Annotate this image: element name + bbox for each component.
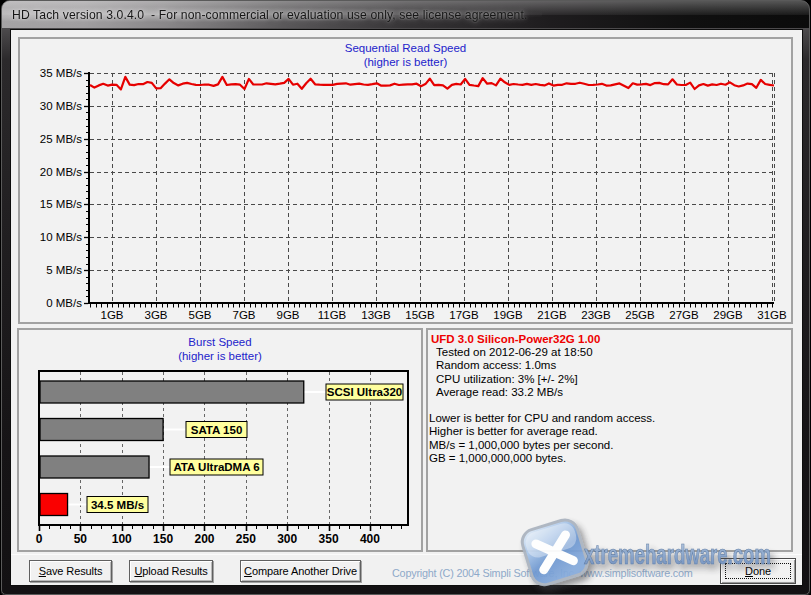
svg-text:0 MB/s: 0 MB/s <box>46 297 82 309</box>
burst-speed-panel: Burst Speed (higher is better) SCSI Ultr… <box>17 328 423 552</box>
svg-text:3GB: 3GB <box>144 309 167 321</box>
svg-text:5 MB/s: 5 MB/s <box>46 264 82 276</box>
svg-text:250: 250 <box>236 532 256 546</box>
svg-text:SCSI Ultra320: SCSI Ultra320 <box>327 386 402 398</box>
svg-text:0: 0 <box>36 532 43 546</box>
drive-name-heading: UFD 3.0 Silicon-Power32G 1.00 <box>431 333 600 345</box>
svg-text:21GB: 21GB <box>537 309 567 321</box>
svg-text:9GB: 9GB <box>276 309 299 321</box>
sequential-read-chart: 0 MB/s 5 MB/s 10 MB/s 15 MB/s 20 MB/s 25 MB/s… <box>20 39 791 322</box>
burst-speed-chart: SCSI Ultra320 SATA 150 ATA UltraDMA 6 34.5 … <box>19 330 421 550</box>
svg-text:100: 100 <box>112 532 132 546</box>
svg-text:15 MB/s: 15 MB/s <box>40 198 82 210</box>
svg-text:25GB: 25GB <box>625 309 655 321</box>
app-window: HD Tach version 3.0.4.0 - For non-commer… <box>1 0 810 595</box>
svg-text:7GB: 7GB <box>232 309 255 321</box>
svg-text:350: 350 <box>319 532 339 546</box>
save-results-button[interactable]: Save Results <box>29 560 112 582</box>
svg-text:200: 200 <box>194 532 214 546</box>
svg-text:25 MB/s: 25 MB/s <box>40 133 82 145</box>
svg-text:SATA 150: SATA 150 <box>191 424 243 436</box>
client-area: Sequential Read Speed (higher is better)… <box>10 29 803 586</box>
done-button[interactable]: Done <box>720 558 796 584</box>
svg-text:ATA UltraDMA 6: ATA UltraDMA 6 <box>173 461 259 473</box>
svg-text:34.5 MB/s: 34.5 MB/s <box>91 499 144 511</box>
upload-results-button[interactable]: Upload Results <box>129 560 213 582</box>
svg-text:29GB: 29GB <box>713 309 743 321</box>
svg-text:23GB: 23GB <box>581 309 611 321</box>
svg-text:5GB: 5GB <box>188 309 211 321</box>
explanatory-notes: Lower is better for CPU and random acces… <box>429 412 655 465</box>
test-details: Tested on 2012-06-29 at 18:50 Random acc… <box>436 346 593 400</box>
svg-text:27GB: 27GB <box>669 309 699 321</box>
svg-text:50: 50 <box>74 532 88 546</box>
svg-text:1GB: 1GB <box>100 309 123 321</box>
sequential-read-panel: Sequential Read Speed (higher is better)… <box>18 37 793 324</box>
results-info-panel: UFD 3.0 Silicon-Power32G 1.00 Tested on … <box>426 328 793 552</box>
svg-text:300: 300 <box>277 532 297 546</box>
compare-another-drive-button[interactable]: Compare Another Drive <box>240 560 361 582</box>
svg-text:30 MB/s: 30 MB/s <box>40 100 82 112</box>
svg-text:15GB: 15GB <box>405 309 435 321</box>
svg-text:35 MB/s: 35 MB/s <box>40 67 82 79</box>
svg-text:19GB: 19GB <box>493 309 523 321</box>
svg-text:11GB: 11GB <box>318 309 347 321</box>
svg-text:20 MB/s: 20 MB/s <box>40 166 82 178</box>
svg-text:13GB: 13GB <box>361 309 391 321</box>
title-bar[interactable]: HD Tach version 3.0.4.0 - For non-commer… <box>2 1 809 28</box>
bottom-divider <box>11 554 802 555</box>
svg-text:150: 150 <box>153 532 173 546</box>
svg-text:400: 400 <box>360 532 380 546</box>
copyright-text: Copyright (C) 2004 Simpli Software, Inc.… <box>392 567 693 579</box>
svg-text:17GB: 17GB <box>449 309 479 321</box>
svg-text:31GB: 31GB <box>757 309 787 321</box>
window-title: HD Tach version 3.0.4.0 - For non-commer… <box>12 8 527 22</box>
focus-rectangle <box>725 563 791 579</box>
svg-text:10 MB/s: 10 MB/s <box>40 231 82 243</box>
